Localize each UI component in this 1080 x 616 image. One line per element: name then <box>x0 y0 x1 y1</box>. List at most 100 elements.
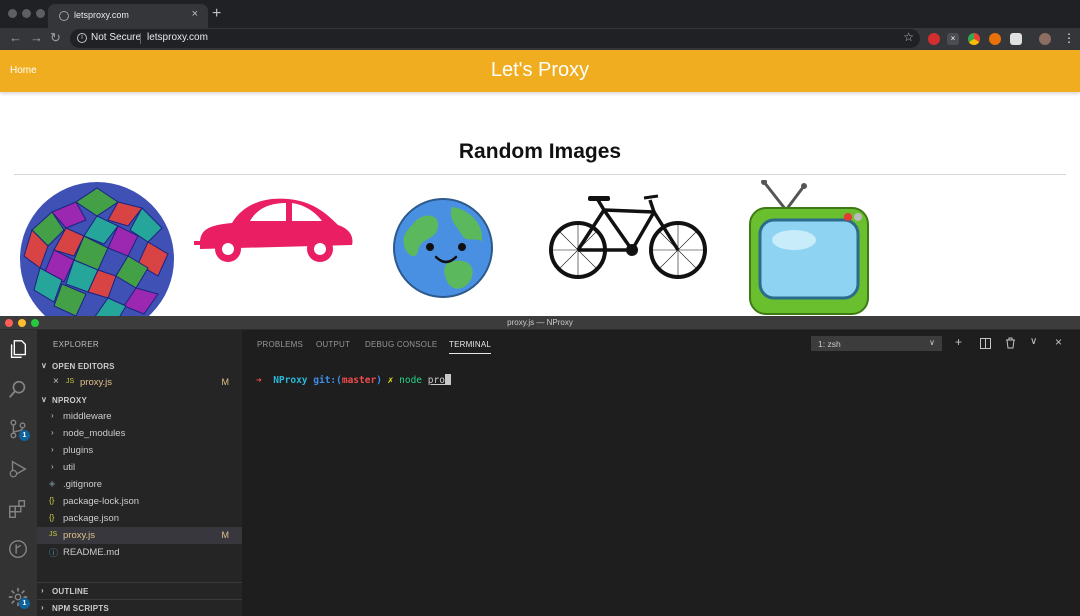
chrome-extension-icon[interactable] <box>968 33 980 45</box>
zoom-window-dot[interactable] <box>36 9 45 18</box>
extensions-icon[interactable] <box>7 498 29 520</box>
globe-icon <box>59 11 69 21</box>
file-item[interactable]: ⓘ README.md <box>37 544 242 561</box>
chevron-right-icon: › <box>51 428 54 437</box>
chevron-down-icon: ∨ <box>41 395 48 404</box>
chevron-down-icon: ∨ <box>929 338 935 347</box>
chevron-right-icon: › <box>41 603 44 612</box>
terminal-select[interactable]: 1: zsh ∨ <box>811 336 942 351</box>
bicycle-image <box>549 194 707 279</box>
folder-name: middleware <box>63 411 112 422</box>
browser-window: letsproxy.com × + ← → ↻ i Not Secure let… <box>0 0 1080 316</box>
chevron-right-icon: › <box>41 586 44 595</box>
folder-item[interactable]: › util <box>37 459 242 476</box>
modified-status: M <box>221 530 230 540</box>
close-panel-icon[interactable]: × <box>1055 335 1062 349</box>
folder-item[interactable]: › node_modules <box>37 425 242 442</box>
prompt-git-prefix: git:( <box>313 375 342 386</box>
folder-name: node_modules <box>63 428 126 439</box>
file-item-selected[interactable]: JS proxy.js M <box>37 527 242 544</box>
prompt-directory: NProxy <box>273 375 308 386</box>
file-item[interactable]: {} package-lock.json <box>37 493 242 510</box>
npm-scripts-section[interactable]: › NPM SCRIPTS <box>37 599 242 616</box>
page-extension-icon[interactable] <box>1010 33 1022 45</box>
reload-button[interactable]: ↻ <box>50 30 61 46</box>
folder-name: plugins <box>63 445 94 456</box>
json-file-icon: {} <box>49 496 55 505</box>
folder-item[interactable]: › middleware <box>37 408 242 425</box>
tab-close-icon[interactable]: × <box>192 8 198 20</box>
site-header: Home Let's Proxy <box>0 50 1080 92</box>
modified-status: M <box>221 377 230 387</box>
maximize-panel-icon[interactable]: ∨ <box>1030 336 1037 347</box>
file-name: .gitignore <box>63 479 103 490</box>
open-editor-name: proxy.js <box>80 377 113 388</box>
close-window-dot[interactable] <box>8 9 17 18</box>
browser-tab[interactable]: letsproxy.com × <box>48 4 208 28</box>
terminal-select-value: 1: zsh <box>818 339 841 349</box>
prompt-git-suffix: ) <box>376 375 382 386</box>
new-tab-button[interactable]: + <box>212 5 221 23</box>
outline-header: › OUTLINE <box>37 583 242 599</box>
chevron-right-icon: › <box>51 462 54 471</box>
open-editors-section[interactable]: ∨ OPEN EDITORS <box>37 358 242 374</box>
gitignore-file-icon: ◈ <box>49 479 56 488</box>
extension-x-icon[interactable]: × <box>947 33 959 45</box>
vscode-title-bar: proxy.js — NProxy <box>0 316 1080 330</box>
explorer-sidebar: EXPLORER ∨ OPEN EDITORS × JS proxy.js M … <box>37 330 242 616</box>
split-terminal-icon[interactable] <box>980 338 991 349</box>
bookmark-star-icon[interactable]: ☆ <box>903 30 914 44</box>
javascript-file-icon: JS <box>66 378 75 385</box>
adblock-extension-icon[interactable] <box>928 33 940 45</box>
back-button[interactable]: ← <box>9 30 22 45</box>
earth-image <box>393 198 493 298</box>
settings-badge: 1 <box>19 598 30 609</box>
files-icon[interactable] <box>7 338 29 360</box>
terminal-panel: PROBLEMS OUTPUT DEBUG CONSOLE TERMINAL 1… <box>242 330 1080 616</box>
forward-button[interactable]: → <box>30 30 43 45</box>
browser-menu-button[interactable]: ⋮ <box>1063 31 1075 45</box>
trash-icon[interactable] <box>1005 337 1016 349</box>
project-section[interactable]: ∨ NPROXY <box>37 392 242 408</box>
source-control-badge: 1 <box>19 430 30 441</box>
rhombic-sphere-image <box>20 182 174 316</box>
outline-section[interactable]: › OUTLINE <box>37 582 242 599</box>
outline-label: OUTLINE <box>52 587 89 596</box>
folder-item[interactable]: › plugins <box>37 442 242 459</box>
profile-avatar[interactable] <box>1039 33 1051 45</box>
git-graph-icon[interactable] <box>7 538 29 560</box>
folder-name: util <box>63 462 76 473</box>
open-editor-item[interactable]: × JS proxy.js M <box>37 374 242 391</box>
address-bar[interactable]: i Not Secure letsproxy.com ☆ <box>70 29 920 48</box>
tab-problems[interactable]: PROBLEMS <box>257 340 303 349</box>
file-item[interactable]: {} package.json <box>37 510 242 527</box>
firefox-extension-icon[interactable] <box>989 33 1001 45</box>
close-editor-icon[interactable]: × <box>53 376 59 387</box>
address-separator <box>140 33 141 44</box>
project-label: NPROXY <box>52 396 87 405</box>
file-name: package-lock.json <box>63 496 140 507</box>
file-name: package.json <box>63 513 119 524</box>
explorer-title: EXPLORER <box>53 340 99 349</box>
info-icon[interactable]: i <box>77 33 87 43</box>
file-item[interactable]: ◈ .gitignore <box>37 476 242 493</box>
file-name: README.md <box>63 547 120 558</box>
tab-output[interactable]: OUTPUT <box>316 340 350 349</box>
tab-terminal[interactable]: TERMINAL <box>449 340 492 354</box>
tab-debug-console[interactable]: DEBUG CONSOLE <box>365 340 437 349</box>
page-heading: Random Images <box>458 140 622 163</box>
security-label[interactable]: Not Secure <box>91 32 141 43</box>
terminal-output[interactable]: ➜ NProxy git:(master) ✗ node pro <box>256 374 451 386</box>
tv-image <box>749 180 869 315</box>
search-icon[interactable] <box>7 378 29 400</box>
tab-title: letsproxy.com <box>74 10 129 20</box>
debug-icon[interactable] <box>7 458 29 480</box>
terminal-cursor <box>444 374 451 385</box>
chevron-down-icon: ∨ <box>41 361 48 370</box>
new-terminal-icon[interactable]: + <box>955 335 962 349</box>
url-text[interactable]: letsproxy.com <box>147 32 208 43</box>
prompt-git-branch: master <box>341 375 377 386</box>
minimize-window-dot[interactable] <box>22 9 31 18</box>
site-brand: Let's Proxy <box>490 59 590 81</box>
open-editors-label: OPEN EDITORS <box>52 362 115 371</box>
